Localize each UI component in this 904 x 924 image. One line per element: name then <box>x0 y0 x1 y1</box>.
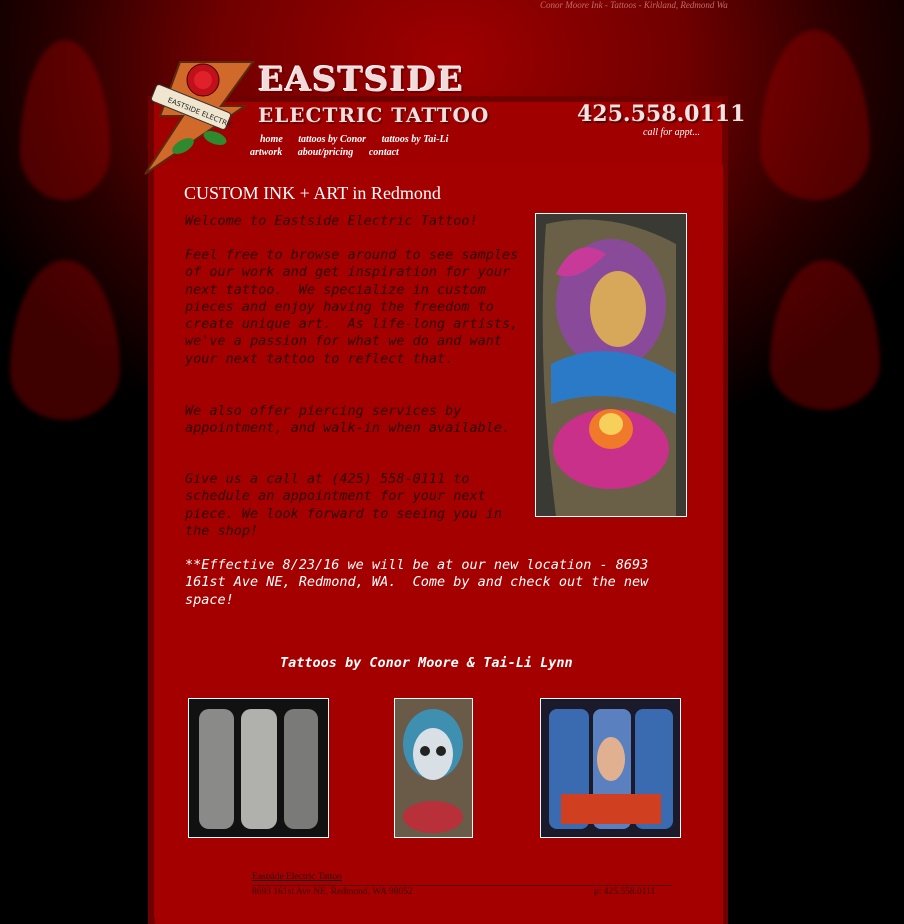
nav-tattoos-conor[interactable]: tattoos by Conor <box>298 134 366 145</box>
page-title: CUSTOM INK + ART in Redmond <box>184 183 441 203</box>
call-note: call for appt... <box>643 127 700 138</box>
footer-business-name: Eastside Electric Tattoo <box>252 872 342 882</box>
gallery-thumbnail[interactable] <box>188 698 329 838</box>
gallery-title: Tattoos by Conor Moore & Tai-Li Lynn <box>280 655 573 671</box>
flame-decoration <box>20 40 110 200</box>
welcome-text: Welcome to Eastside Electric Tattoo! <box>185 213 478 229</box>
flame-decoration <box>770 260 880 410</box>
brand-subtitle: ELECTRIC TATTOO <box>258 103 490 127</box>
gallery-thumbnail[interactable] <box>394 698 473 838</box>
header-phone: 425.558.0111 <box>577 101 746 127</box>
logo-icon: EASTSIDE ELECTRIC <box>144 61 255 175</box>
nav-artwork[interactable]: artwork <box>250 147 282 158</box>
main-nav: home tattoos by Conor tattoos by Tai-Li … <box>250 133 465 159</box>
new-location-notice: **Effective 8/23/16 we will be at our ne… <box>185 557 657 608</box>
intro-paragraph: Feel free to browse around to see sample… <box>185 247 527 367</box>
nav-tattoos-taili[interactable]: tattoos by Tai-Li <box>382 134 449 145</box>
nav-about-pricing[interactable]: about/pricing <box>298 147 354 158</box>
footer-phone: p: 425.558.0111 <box>594 887 656 897</box>
gallery-thumbnail[interactable] <box>540 698 681 838</box>
nav-contact[interactable]: contact <box>369 147 399 158</box>
hero-tattoo-image <box>535 213 687 517</box>
top-tagline: Conor Moore Ink - Tattoos - Kirkland, Re… <box>540 0 728 10</box>
nav-home[interactable]: home <box>260 134 283 145</box>
footer-address: 8693 161st Ave NE, Redmond, WA 98052 <box>252 887 413 897</box>
appointment-paragraph: Give us a call at (425) 558-0111 to sche… <box>185 471 511 539</box>
brand-title: EASTSIDE <box>258 60 465 100</box>
flame-decoration <box>10 260 120 420</box>
piercing-paragraph: We also offer piercing services by appoi… <box>185 403 511 437</box>
flame-decoration <box>760 30 870 200</box>
footer-divider <box>252 885 672 886</box>
